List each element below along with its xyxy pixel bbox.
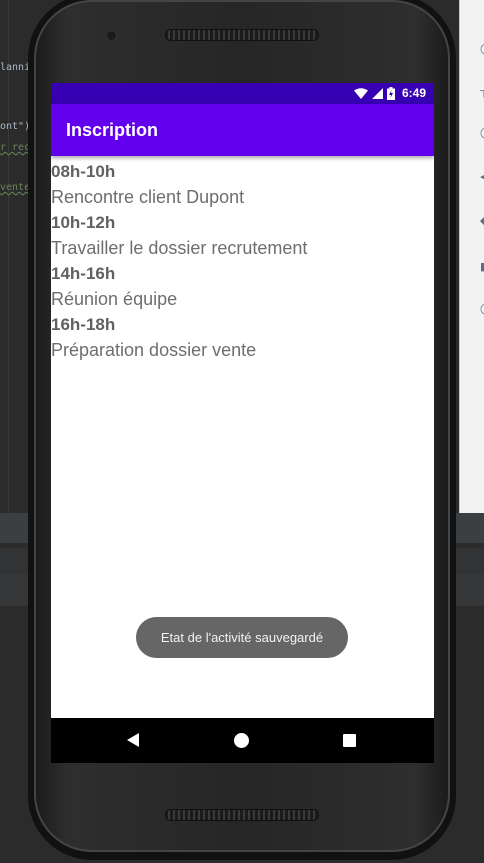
- bottom-speaker: [165, 809, 319, 821]
- code-fragment: ont"): [0, 121, 31, 132]
- front-camera: [107, 31, 116, 40]
- app-title: Inscription: [66, 120, 159, 140]
- wifi-icon: [353, 87, 368, 99]
- tool-icon[interactable]: ┬: [480, 86, 484, 97]
- tool-icon[interactable]: ◯: [480, 304, 484, 315]
- ide-tool-strip: ◯ ┬ ◯ ◀ ◆ ▮ ◯: [459, 0, 484, 513]
- tool-icon[interactable]: ◯: [480, 44, 484, 55]
- tool-icon[interactable]: ▮: [480, 262, 484, 273]
- code-fragment: lanni: [0, 62, 31, 73]
- code-fragment: r rec: [0, 142, 31, 153]
- list-item: 16h-18h Préparation dossier vente: [51, 312, 434, 363]
- home-icon[interactable]: [234, 733, 249, 748]
- list-item: 14h-16h Réunion équipe: [51, 261, 434, 312]
- battery-icon: [386, 86, 395, 100]
- back-icon[interactable]: [127, 733, 139, 747]
- schedule-list: 08h-10h Rencontre client Dupont 10h-12h …: [51, 159, 434, 363]
- phone-screen: 6:49 Inscription 08h-10h Rencontre clien…: [51, 83, 434, 763]
- navigation-bar: [51, 718, 434, 763]
- recents-icon[interactable]: [343, 734, 356, 747]
- code-fragment: vente: [0, 182, 31, 193]
- status-time: 6:49: [401, 86, 426, 100]
- entry-description: Préparation dossier vente: [51, 340, 257, 360]
- signal-icon: [371, 87, 383, 99]
- entry-time: 10h-12h: [51, 213, 116, 232]
- entry-description: Rencontre client Dupont: [51, 187, 245, 207]
- top-speaker: [165, 29, 319, 41]
- tool-icon[interactable]: ◆: [480, 216, 484, 227]
- entry-time: 08h-10h: [51, 162, 116, 181]
- entry-description: Travailler le dossier recrutement: [51, 238, 308, 258]
- list-item: 08h-10h Rencontre client Dupont: [51, 159, 434, 210]
- toast-message: Etat de l'activité sauvegardé: [136, 617, 348, 658]
- tool-icon[interactable]: ◀: [480, 172, 484, 183]
- entry-time: 14h-16h: [51, 264, 116, 283]
- ide-gutter: [8, 0, 9, 515]
- status-bar: 6:49: [51, 83, 434, 104]
- tool-icon[interactable]: ◯: [480, 128, 484, 139]
- entry-description: Réunion équipe: [51, 289, 178, 309]
- app-bar: Inscription: [51, 104, 434, 156]
- list-item: 10h-12h Travailler le dossier recrutemen…: [51, 210, 434, 261]
- status-icons: 6:49: [353, 86, 426, 100]
- entry-time: 16h-18h: [51, 315, 116, 334]
